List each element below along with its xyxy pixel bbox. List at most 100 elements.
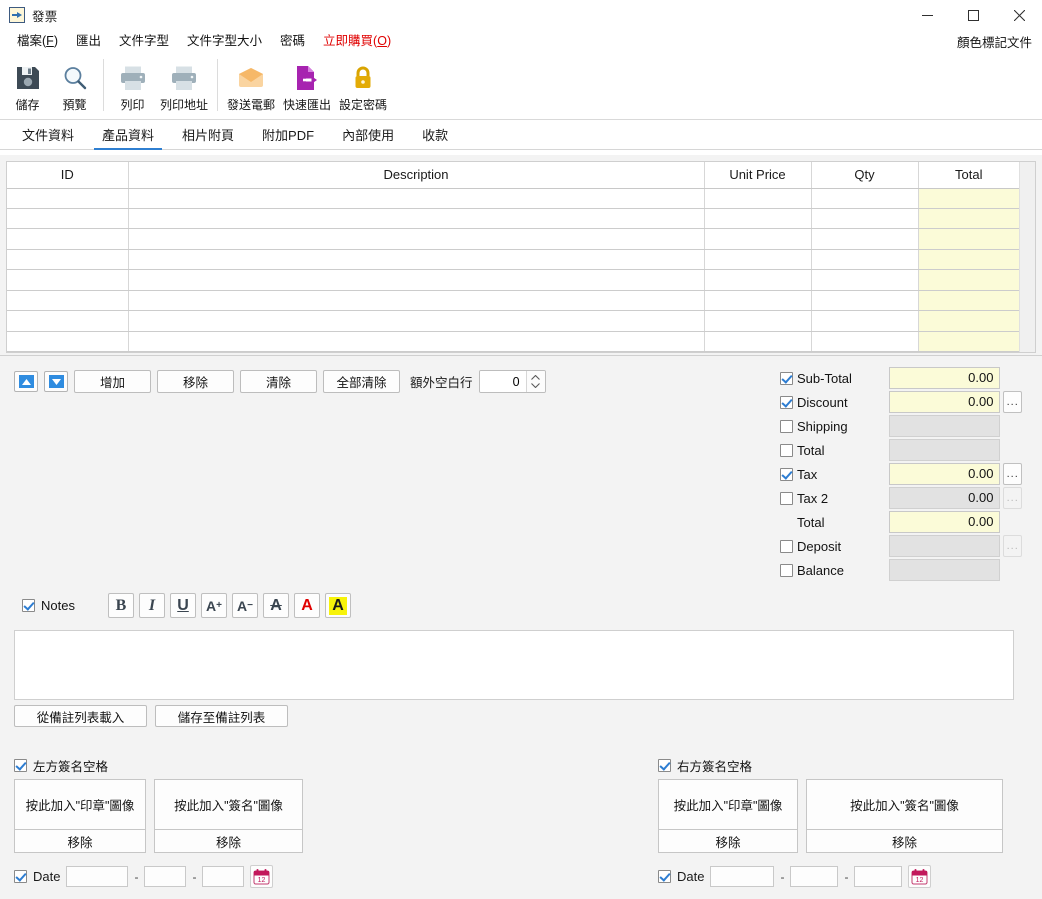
cell-id[interactable] xyxy=(7,228,129,250)
left-stamp-remove-button[interactable]: 移除 xyxy=(14,830,146,853)
right-signature-add-button[interactable]: 按此加入"簽名"圖像 xyxy=(806,779,1003,830)
clear-all-button[interactable]: 全部清除 xyxy=(323,370,400,393)
load-from-notes-list-button[interactable]: 從備註列表載入 xyxy=(14,705,147,727)
right-date-checkbox[interactable] xyxy=(658,870,671,883)
stepper-arrows[interactable] xyxy=(525,371,545,392)
cell-unit-price[interactable] xyxy=(704,310,812,332)
right-signature-remove-button[interactable]: 移除 xyxy=(806,830,1003,853)
sub-total-field[interactable]: 0.00 xyxy=(889,367,1001,389)
cell-description[interactable] xyxy=(128,290,705,312)
cell-total[interactable] xyxy=(918,310,1019,332)
toolbar-button-send-email[interactable]: 發送電郵 xyxy=(223,55,279,113)
font-larger-button[interactable]: A + xyxy=(201,593,227,618)
left-date-year-field[interactable] xyxy=(66,866,129,887)
extra-blank-rows-stepper[interactable] xyxy=(478,370,546,393)
cell-qty[interactable] xyxy=(811,290,919,312)
remove-row-button[interactable]: 移除 xyxy=(157,370,234,393)
move-row-up-button[interactable] xyxy=(14,371,38,392)
cell-unit-price[interactable] xyxy=(704,188,812,209)
table-row[interactable] xyxy=(7,310,1019,332)
grand-total-field[interactable]: 0.00 xyxy=(889,511,1001,533)
cell-description[interactable] xyxy=(128,208,705,230)
column-header-total[interactable]: Total xyxy=(918,162,1019,189)
cell-id[interactable] xyxy=(7,208,129,230)
cell-id[interactable] xyxy=(7,290,129,312)
table-row[interactable] xyxy=(7,188,1019,209)
highlight-color-button[interactable]: A xyxy=(325,593,351,618)
color-mark-document-label[interactable]: 顏色標記文件 xyxy=(957,32,1042,51)
balance-field[interactable] xyxy=(889,559,1001,581)
bold-button[interactable]: B xyxy=(108,593,134,618)
cell-qty[interactable] xyxy=(811,249,919,271)
column-header-description[interactable]: Description xyxy=(128,162,705,189)
cell-description[interactable] xyxy=(128,249,705,271)
table-row[interactable] xyxy=(7,249,1019,271)
tab-attach-pdf[interactable]: 附加PDF xyxy=(248,120,328,149)
toolbar-button-preview[interactable]: 預覽 xyxy=(51,55,98,113)
cell-unit-price[interactable] xyxy=(704,269,812,291)
tax-field[interactable]: 0.00 xyxy=(889,463,1001,485)
cell-description[interactable] xyxy=(128,331,705,352)
right-stamp-remove-button[interactable]: 移除 xyxy=(658,830,798,853)
save-to-notes-list-button[interactable]: 儲存至備註列表 xyxy=(155,705,288,727)
cell-qty[interactable] xyxy=(811,188,919,209)
column-header-qty[interactable]: Qty xyxy=(811,162,919,189)
cell-description[interactable] xyxy=(128,310,705,332)
table-row[interactable] xyxy=(7,208,1019,230)
tab-product-data[interactable]: 產品資料 xyxy=(88,120,168,150)
cell-total[interactable] xyxy=(918,208,1019,230)
add-row-button[interactable]: 增加 xyxy=(74,370,151,393)
cell-total[interactable] xyxy=(918,290,1019,312)
balance-checkbox[interactable] xyxy=(780,563,793,577)
tab-document-data[interactable]: 文件資料 xyxy=(8,120,88,149)
menu-item-buy-now[interactable]: 立即購買(O) xyxy=(314,30,400,52)
toolbar-button-save[interactable]: 儲存 xyxy=(4,55,51,113)
cell-total[interactable] xyxy=(918,188,1019,209)
cell-qty[interactable] xyxy=(811,228,919,250)
cell-id[interactable] xyxy=(7,249,129,271)
tax2-checkbox[interactable] xyxy=(780,491,793,505)
cell-unit-price[interactable] xyxy=(704,249,812,271)
cell-unit-price[interactable] xyxy=(704,290,812,312)
left-date-checkbox[interactable] xyxy=(14,870,27,883)
right-date-day-field[interactable] xyxy=(854,866,903,887)
move-row-down-button[interactable] xyxy=(44,371,68,392)
right-calendar-button[interactable]: 12 xyxy=(908,865,932,888)
column-header-unit-price[interactable]: Unit Price xyxy=(704,162,812,189)
cell-id[interactable] xyxy=(7,269,129,291)
sub-total-checkbox[interactable] xyxy=(780,371,793,385)
cell-description[interactable] xyxy=(128,269,705,291)
menu-item-export[interactable]: 匯出 xyxy=(67,30,110,52)
clear-button[interactable]: 清除 xyxy=(240,370,317,393)
cell-unit-price[interactable] xyxy=(704,208,812,230)
right-date-year-field[interactable] xyxy=(710,866,775,887)
left-signature-remove-button[interactable]: 移除 xyxy=(154,830,303,853)
cell-description[interactable] xyxy=(128,188,705,209)
cell-qty[interactable] xyxy=(811,269,919,291)
cell-id[interactable] xyxy=(7,310,129,332)
menu-item-document-font[interactable]: 文件字型 xyxy=(110,30,178,52)
shipping-field[interactable] xyxy=(889,415,1001,437)
cell-description[interactable] xyxy=(128,228,705,250)
grid-vertical-scrollbar[interactable] xyxy=(1019,162,1035,352)
tax2-field[interactable]: 0.00 xyxy=(889,487,1001,509)
right-signature-checkbox[interactable] xyxy=(658,758,671,772)
menu-item-password[interactable]: 密碼 xyxy=(271,30,314,52)
strikethrough-button[interactable]: A xyxy=(263,593,289,618)
toolbar-button-print-address[interactable]: 列印地址 xyxy=(156,55,212,113)
underline-button[interactable]: U xyxy=(170,593,196,618)
toolbar-button-set-password[interactable]: 設定密碼 xyxy=(335,55,391,113)
extra-blank-rows-input[interactable] xyxy=(479,371,526,392)
font-color-button[interactable]: A xyxy=(294,593,320,618)
total-optional-field[interactable] xyxy=(889,439,1001,461)
right-date-month-field[interactable] xyxy=(790,866,839,887)
cell-total[interactable] xyxy=(918,331,1019,352)
deposit-options-button[interactable]: ... xyxy=(1003,535,1022,557)
toolbar-button-print[interactable]: 列印 xyxy=(109,55,156,113)
cell-id[interactable] xyxy=(7,331,129,352)
font-smaller-button[interactable]: A − xyxy=(232,593,258,618)
left-date-day-field[interactable] xyxy=(202,866,245,887)
cell-qty[interactable] xyxy=(811,331,919,352)
tax-checkbox[interactable] xyxy=(780,467,793,481)
left-calendar-button[interactable]: 12 xyxy=(250,865,274,888)
